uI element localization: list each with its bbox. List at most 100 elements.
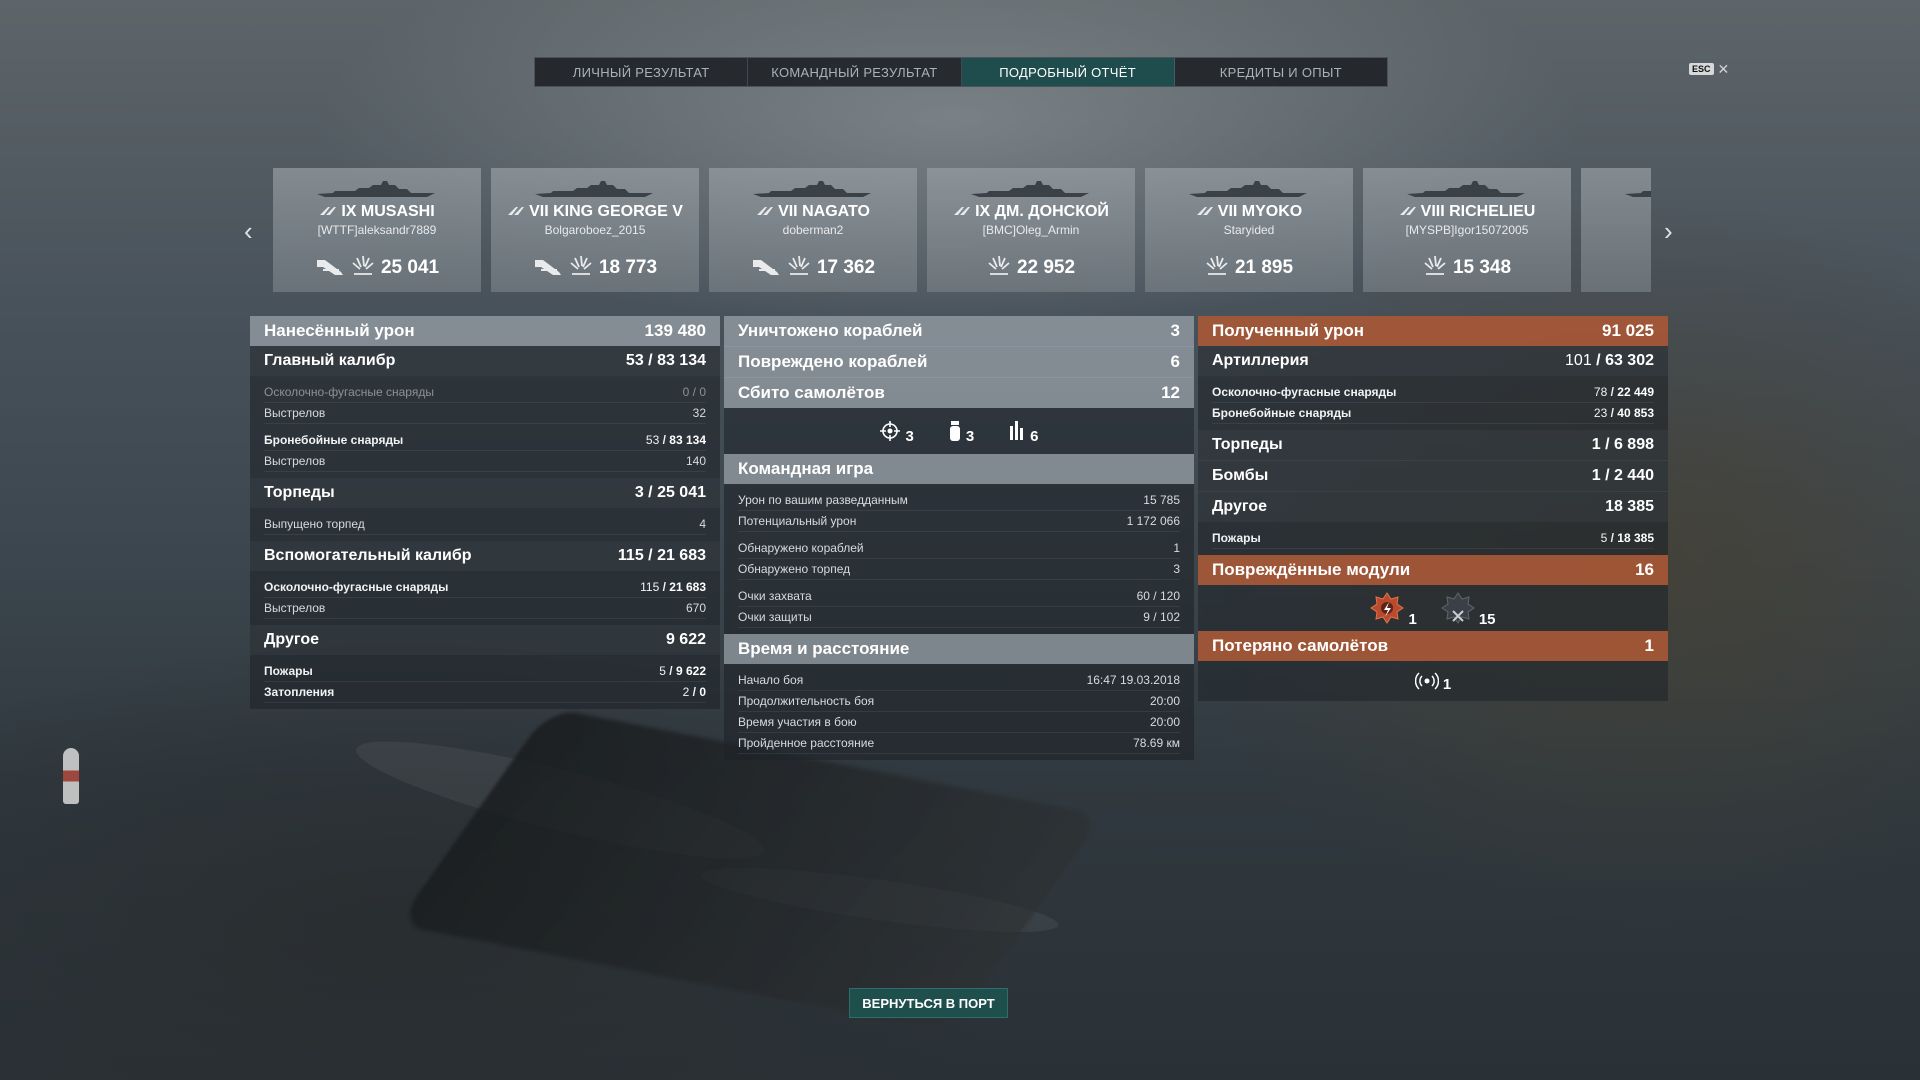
lost-planes-value: 1 [1644,636,1654,655]
damage-icon [351,254,375,281]
planes-shot-value: 12 [1161,383,1180,402]
lost-planes-label: Потеряно самолётов [1212,636,1389,655]
ship-card[interactable]: VII KING GEORGE V Bolgaroboez_2015 18 773 [491,168,699,292]
chevron-left-icon: ‹ [244,216,253,246]
damaged-modules-label: Повреждённые модули [1212,560,1411,579]
ship-damage-value: 22 952 [1016,256,1076,278]
ship-class-icon [507,207,525,219]
bombers-shot-value: 3 [965,428,975,445]
bombers-shot: 3 [948,420,975,445]
destroyed-ship-icon [315,254,345,281]
table-row: Обнаружено торпед 3 [738,559,1180,580]
ship-silhouette-icon [533,180,655,200]
time-distance-header: Время и расстояние [724,634,1194,664]
destroyed-ship-icon [533,254,563,281]
ship-tier: VIII [1420,203,1445,220]
damage-icon [1205,254,1229,281]
table-row: Пожары 5 / 18 385 [1212,528,1654,549]
ship-card[interactable]: VII MYOKO Staryided 21 895 [1145,168,1353,292]
table-row: Время участия в бою 20:00 [738,712,1180,733]
torpedo-bombers-shot-value: 6 [1030,428,1039,445]
carousel-next-button[interactable]: › [1664,218,1673,244]
tab-team-result[interactable]: КОМАНДНЫЙ РЕЗУЛЬТАТ [748,58,962,86]
modules-destroyed-value: 15 [1478,611,1496,628]
ship-silhouette-icon [969,180,1091,200]
ship-damage-row [1581,254,1651,281]
team-play-label: Командная игра [738,459,874,478]
ship-card[interactable]: IX MUSASHI [WTTF]aleksandr7889 25 041 [273,168,481,292]
lost-planes-header: Потеряно самолётов 1 [1198,631,1668,661]
secondary-battery-value: 115 / 21 683 [617,547,706,564]
torpedo-bombers-shot: 6 [1008,420,1039,445]
ship-name: VIII RICHELIEU [1363,203,1571,221]
ship-card[interactable]: VIII RICHELIEU [MYSPB]Igor15072005 15 348 [1363,168,1571,292]
ship-tier: IX [975,203,991,220]
return-to-port-button[interactable]: ВЕРНУТЬСЯ В ПОРТ [849,988,1008,1018]
table-row: Продолжительность боя 20:00 [738,691,1180,712]
torpedoes-value: 3 / 25 041 [634,484,706,501]
tab-personal-result[interactable]: ЛИЧНЫЙ РЕЗУЛЬТАТ [535,58,749,86]
table-row: Бронебойные снаряды 23 / 40 853 [1212,403,1654,424]
ship-damage-row: 17 362 [709,254,917,281]
ship-damage-row: 21 895 [1145,254,1353,281]
fighter-icon [880,421,901,441]
damage-icon [1423,254,1447,281]
modules-damaged-value: 1 [1408,611,1417,628]
table-row: Осколочно-фугасные снаряды 115 / 21 683 [264,577,706,598]
spotter-lost-value: 1 [1442,676,1452,693]
table-row: Осколочно-фугасные снаряды 78 / 22 449 [1212,382,1654,403]
planes-shot-breakdown: 3 3 6 [724,408,1194,454]
ship-tier: VII [778,203,798,220]
received-torpedoes-header: Торпеды 1 / 6 898 [1198,430,1668,460]
damage-icon [987,254,1011,281]
received-torpedoes-value: 1 / 6 898 [1591,436,1654,453]
ship-damage-row: 22 952 [927,254,1135,281]
main-battery-header: Главный калибр 53 / 83 134 [250,346,720,376]
player-name: [BMC]Oleg_Armin [982,223,1080,237]
spotter-lost: 1 [1414,672,1452,693]
ships-destroyed-label: Уничтожено кораблей [738,321,923,340]
table-row: Урон по вашим разведданным 15 785 [738,490,1180,511]
tab-detailed-report[interactable]: ПОДРОБНЫЙ ОТЧЁТ [961,58,1175,86]
dealt-damage-label: Нанесённый урон [264,321,415,340]
artillery-value: 101 / 63 302 [1565,352,1654,369]
dealt-damage-value: 139 480 [644,321,706,340]
table-row: Бронебойные снаряды 53 / 83 134 [264,430,706,451]
ship-card[interactable]: VI [1581,168,1651,292]
ship-damage-value: 15 348 [1452,256,1512,278]
main-battery-rows: Осколочно-фугасные снаряды 0 / 0 Выстрело… [250,376,720,478]
close-button[interactable]: ESC ✕ [1689,62,1729,76]
table-row: Начало боя 16:47 19.03.2018 [738,670,1180,691]
ship-damage-row: 15 348 [1363,254,1571,281]
main-battery-label: Главный калибр [264,352,396,369]
planes-shot-header: Сбито самолётов 12 [724,377,1194,408]
tab-credits-xp[interactable]: КРЕДИТЫ И ОПЫТ [1175,58,1387,86]
ship-title: ДМ. ДОНСКОЙ [994,203,1109,220]
team-panel: Уничтожено кораблей 3 Повреждено корабле… [724,316,1194,760]
table-row: Пройденное расстояние 78.69 км [738,733,1180,754]
ship-name: IX MUSASHI [273,203,481,221]
other-dealt-header: Другое 9 622 [250,625,720,655]
damaged-modules-header: Повреждённые модули 16 [1198,555,1668,585]
torpedoes-label: Торпеды [264,484,335,501]
received-other-header: Другое 18 385 [1198,491,1668,522]
received-damage-header: Полученный урон 91 025 [1198,316,1668,346]
ship-tier: VII [529,203,549,220]
received-bombs-value: 1 / 2 440 [1591,467,1654,484]
ship-name: VII NAGATO [709,203,917,221]
ship-name: VI [1581,203,1651,221]
carousel-prev-button[interactable]: ‹ [244,218,253,244]
buoy [63,748,79,804]
torpedoes-header: Торпеды 3 / 25 041 [250,478,720,508]
ship-silhouette-icon [315,180,437,200]
table-row: Выстрелов 32 [264,403,706,424]
ship-title: KING GEORGE V [553,203,683,220]
ship-card[interactable]: IX ДМ. ДОНСКОЙ [BMC]Oleg_Armin 22 952 [927,168,1135,292]
received-other-value: 18 385 [1605,498,1654,515]
other-dealt-rows: Пожары 5 / 9 622 Затопления 2 / 0 [250,655,720,709]
ship-card[interactable]: VII NAGATO doberman2 17 362 [709,168,917,292]
secondary-battery-rows: Осколочно-фугасные снаряды 115 / 21 683 В… [250,571,720,625]
ship-damage-value: 17 362 [816,256,876,278]
damage-icon [569,254,593,281]
damage-icon [787,254,811,281]
